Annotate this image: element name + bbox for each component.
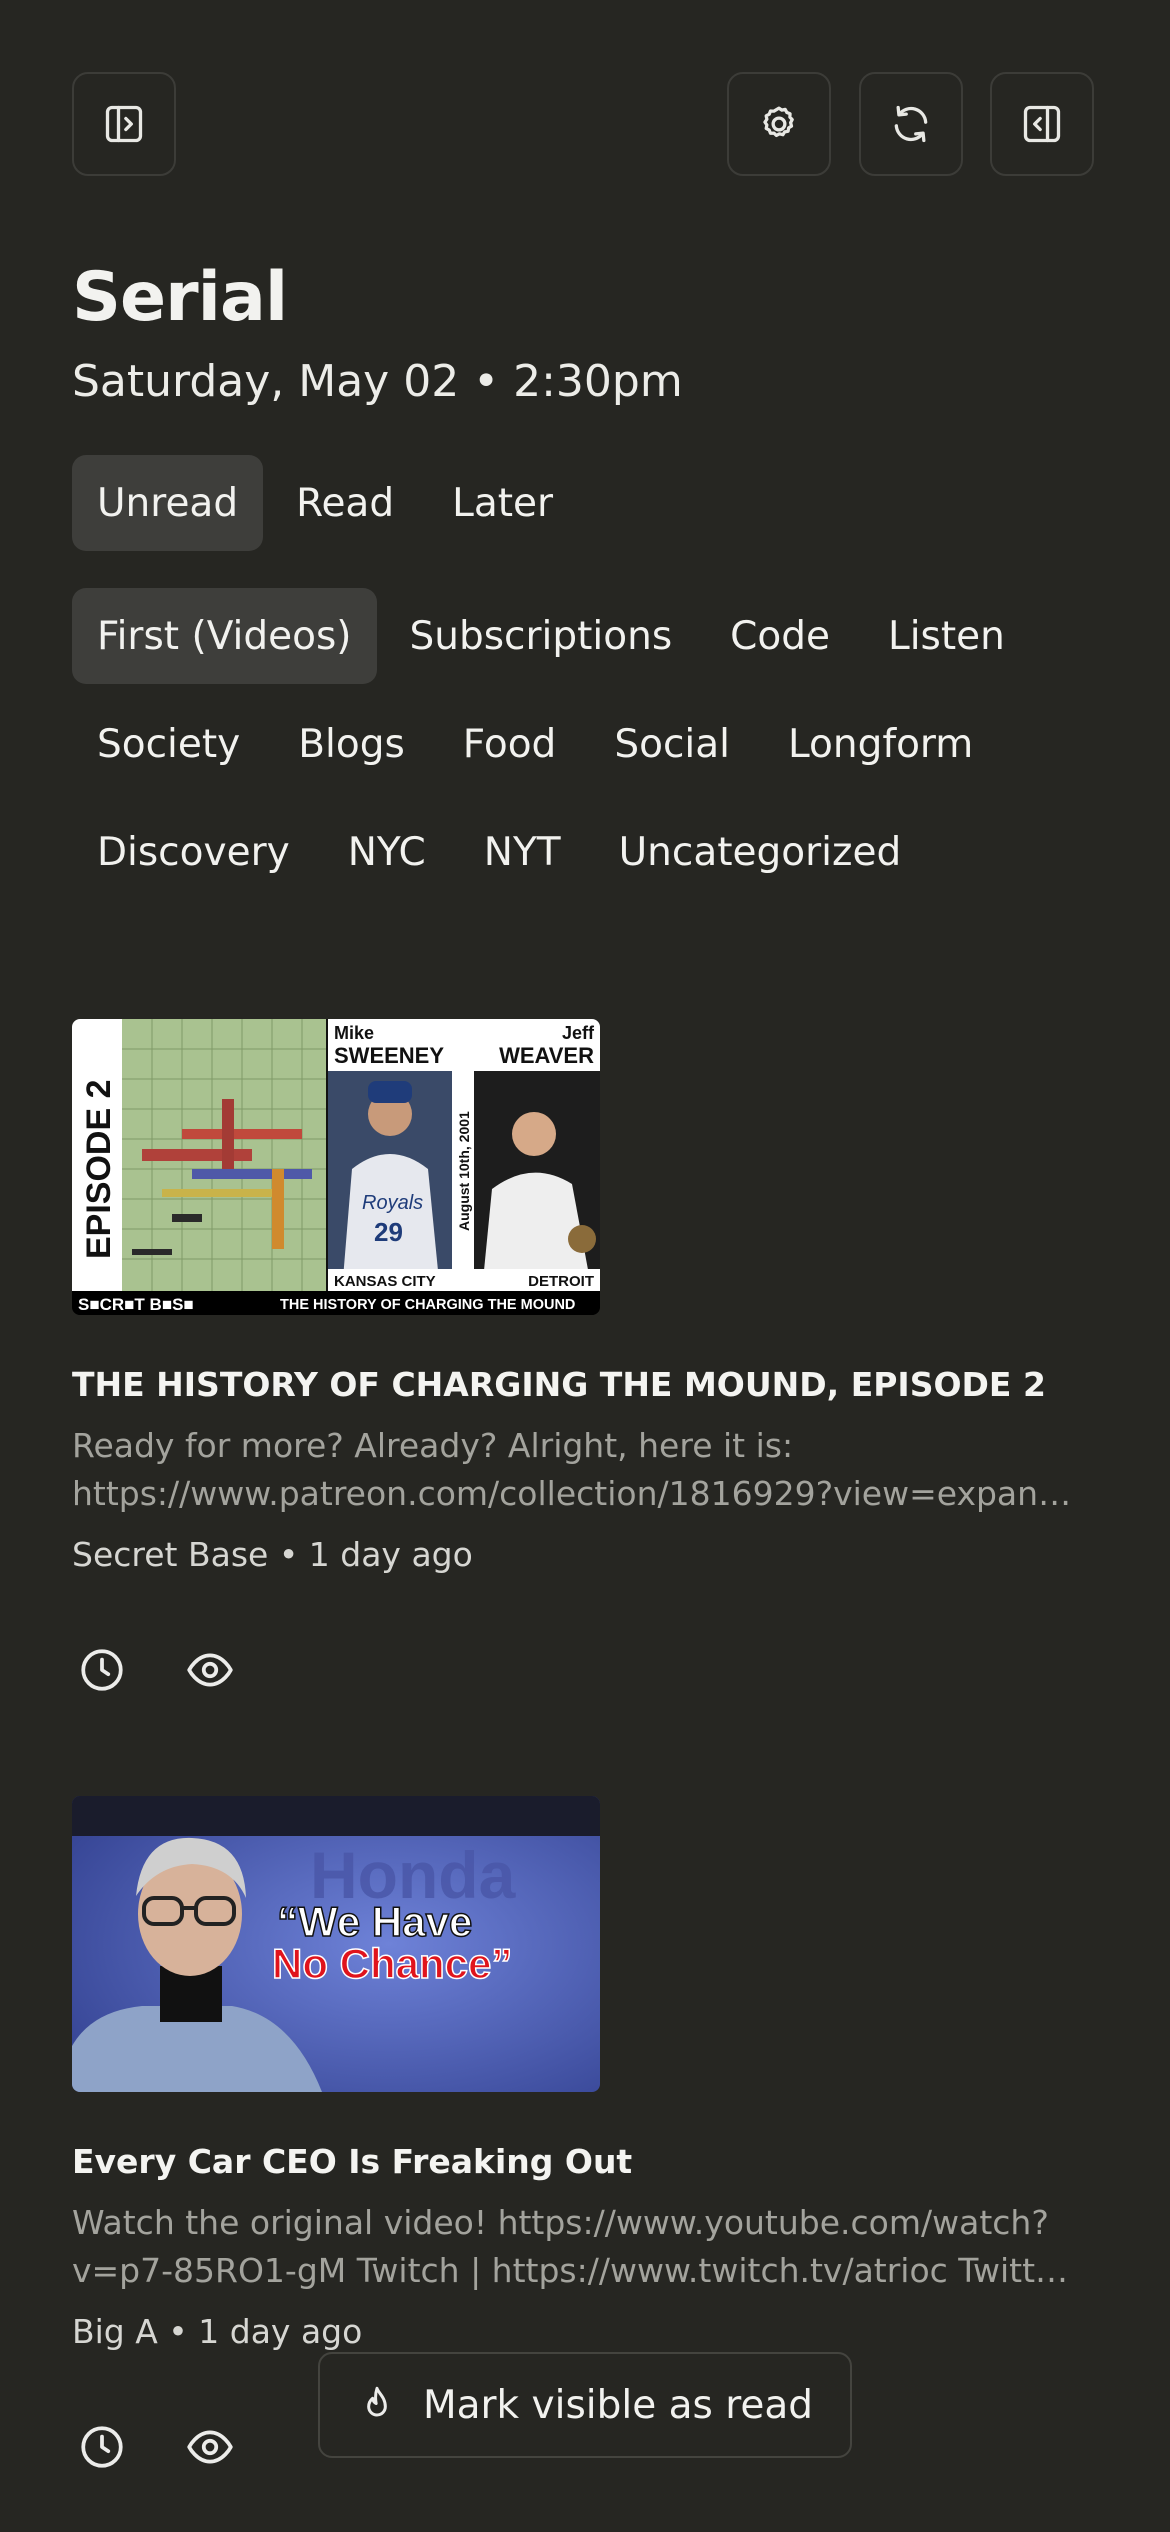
category-filters-row-3: Discovery NYC NYT Uncategorized [72,804,926,900]
video-thumbnail-image: EPISODE 2 Royals 29 August 10th, 2001 Mi… [72,1019,600,1315]
category-filters-row-2: Society Blogs Food Social Longform [72,696,998,792]
mark-read-button[interactable] [184,1644,236,1696]
mark-read-button[interactable] [184,2421,236,2473]
thumbnail-caption: THE HISTORY OF CHARGING THE MOUND [280,1297,575,1313]
item-description-line: https://www.patreon.com/collection/18169… [72,1474,1087,1513]
thumbnail-right-player-last: WEAVER [499,1043,594,1068]
flame-icon [367,2386,387,2417]
tab-later[interactable]: Later [427,455,578,551]
category-code[interactable]: Code [705,588,855,684]
item-description: Watch the original video! https://www.yo… [72,2199,1087,2295]
category-society[interactable]: Society [72,696,265,792]
mark-visible-as-read-label: Mark visible as read [422,2382,814,2428]
read-state-tabs: Unread Read Later [72,455,578,551]
item-title[interactable]: Every Car CEO Is Freaking Out [72,2142,632,2181]
thumbnail-quote-line2: No Chance” [272,1940,512,1987]
toggle-sidebar-button[interactable] [72,72,176,176]
category-subscriptions[interactable]: Subscriptions [385,588,698,684]
clock-icon [81,2426,123,2468]
item-description-line: v=p7-85RO1-gM Twitch | https://www.twitc… [72,2251,1087,2290]
item-thumbnail[interactable]: EPISODE 2 Royals 29 August 10th, 2001 Mi… [72,1019,600,1315]
item-description: Ready for more? Already? Alright, here i… [72,1422,1087,1518]
sidebar-expand-icon [105,105,143,143]
settings-button[interactable] [727,72,831,176]
page-title: Serial [72,258,288,337]
category-longform[interactable]: Longform [763,696,998,792]
category-discovery[interactable]: Discovery [72,804,315,900]
item-meta: Big A • 1 day ago [72,2312,363,2351]
thumbnail-jersey-script: Royals [362,1192,423,1214]
category-nyt[interactable]: NYT [459,804,586,900]
read-later-button[interactable] [76,1644,128,1696]
category-listen[interactable]: Listen [863,588,1030,684]
category-nyc[interactable]: NYC [323,804,451,900]
category-blogs[interactable]: Blogs [273,696,430,792]
toggle-reader-panel-button[interactable] [990,72,1094,176]
refresh-icon [894,105,928,143]
thumbnail-left-team: KANSAS CITY [334,1273,436,1290]
thumbnail-right-player-first: Jeff [562,1023,595,1043]
refresh-button[interactable] [859,72,963,176]
thumbnail-right-team: DETROIT [528,1273,594,1290]
thumbnail-brand: S■CR■T B■S■ [78,1295,194,1314]
clock-icon [81,1649,123,1691]
category-uncategorized[interactable]: Uncategorized [594,804,927,900]
thumbnail-date: August 10th, 2001 [456,1111,472,1231]
category-first-videos[interactable]: First (Videos) [72,588,377,684]
current-datetime: Saturday, May 02 • 2:30pm [72,356,683,407]
thumbnail-left-player-first: Mike [334,1023,374,1043]
thumbnail-left-player-last: SWEENEY [334,1043,444,1068]
category-social[interactable]: Social [589,696,755,792]
category-food[interactable]: Food [438,696,582,792]
serial-page: Serial Saturday, May 02 • 2:30pm Unread … [0,0,1170,2532]
tab-unread[interactable]: Unread [72,455,264,551]
read-later-button[interactable] [76,2421,128,2473]
thumbnail-jersey-number: 29 [374,1217,403,1247]
item-title[interactable]: THE HISTORY OF CHARGING THE MOUND, EPISO… [72,1365,1046,1404]
sidebar-collapse-icon [1023,105,1061,143]
item-description-line: Watch the original video! https://www.yo… [72,2203,1049,2242]
eye-icon [187,1653,233,1687]
gear-icon [763,106,794,138]
item-meta: Secret Base • 1 day ago [72,1535,473,1574]
mark-visible-as-read-button[interactable]: Mark visible as read [318,2352,852,2458]
category-filters-row-1: First (Videos) Subscriptions Code Listen [72,588,1030,684]
tab-read[interactable]: Read [271,455,419,551]
item-thumbnail[interactable]: Honda “We Have No Chance” [72,1796,600,2092]
item-description-line: Ready for more? Already? Alright, here i… [72,1426,794,1465]
video-thumbnail-image: Honda “We Have No Chance” [72,1796,600,2092]
thumbnail-episode-text: EPISODE 2 [80,1079,118,1259]
thumbnail-quote-line1: “We Have [277,1898,472,1945]
eye-icon [187,2430,233,2464]
